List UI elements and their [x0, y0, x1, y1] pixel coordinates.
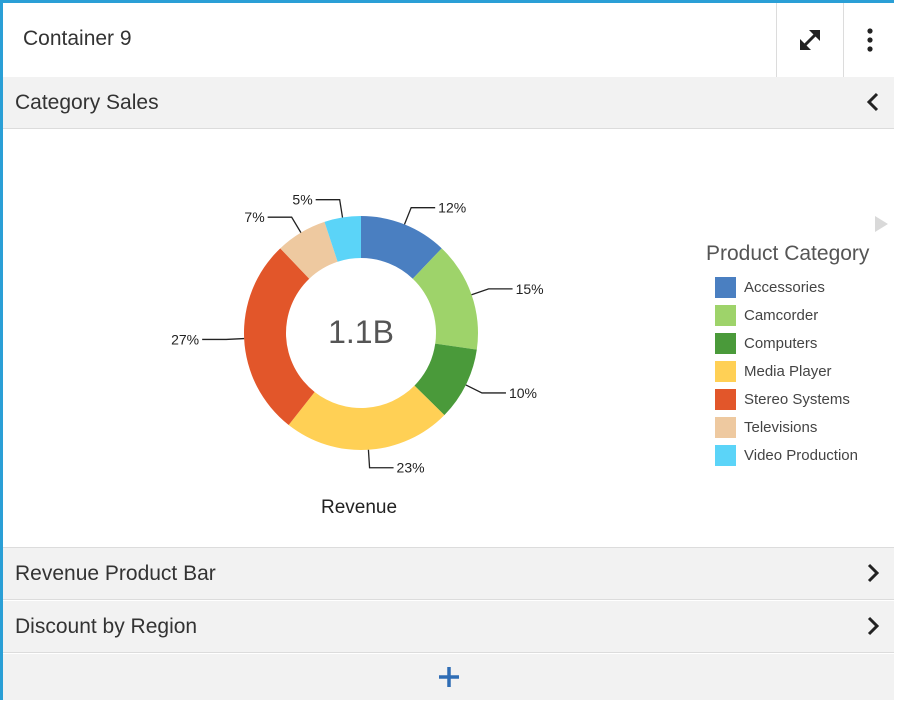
- legend-swatch: [715, 360, 736, 382]
- donut-slice-media-player[interactable]: [288, 385, 445, 450]
- legend-item[interactable]: Video Production: [715, 444, 858, 466]
- container-header: Container 9: [3, 3, 894, 78]
- legend-item[interactable]: Stereo Systems: [715, 388, 850, 410]
- slice-percent-label: 27%: [171, 331, 199, 347]
- section-discount-by-region[interactable]: Discount by Region: [3, 601, 894, 653]
- slice-percent-label: 7%: [244, 209, 264, 225]
- legend-swatch: [715, 444, 736, 466]
- legend-swatch: [715, 416, 736, 438]
- legend-item[interactable]: Televisions: [715, 416, 817, 438]
- legend-scroll-arrow-icon[interactable]: [875, 216, 888, 232]
- legend-title: Product Category: [706, 242, 870, 265]
- section-category-sales[interactable]: Category Sales: [3, 77, 894, 129]
- label-leader-line: [465, 384, 506, 394]
- add-section-bar[interactable]: [3, 654, 894, 700]
- label-leader-line: [367, 449, 394, 469]
- legend-swatch: [715, 388, 736, 410]
- section-label: Revenue Product Bar: [15, 562, 216, 585]
- section-revenue-product-bar[interactable]: Revenue Product Bar: [3, 548, 894, 600]
- chart-caption: Revenue: [321, 497, 397, 518]
- legend-label: Video Production: [744, 446, 858, 464]
- legend-swatch: [715, 276, 736, 298]
- legend-item[interactable]: Computers: [715, 332, 817, 354]
- slice-percent-label: 10%: [509, 385, 537, 401]
- legend-swatch: [715, 332, 736, 354]
- chevron-right-icon: [867, 616, 880, 636]
- label-leader-line: [267, 216, 302, 233]
- legend-item[interactable]: Accessories: [715, 276, 825, 298]
- legend-item[interactable]: Media Player: [715, 360, 832, 382]
- plus-icon[interactable]: [436, 664, 462, 690]
- slice-percent-label: 15%: [516, 281, 544, 297]
- legend-label: Stereo Systems: [744, 390, 850, 408]
- legend-label: Computers: [744, 334, 818, 352]
- slice-percent-label: 5%: [292, 192, 312, 208]
- vertical-dots-icon: [866, 28, 873, 52]
- legend-swatch: [715, 304, 736, 326]
- chevron-left-icon: [866, 92, 879, 112]
- slice-percent-label: 12%: [438, 200, 466, 216]
- expand-button[interactable]: [776, 3, 843, 77]
- label-leader-line: [471, 288, 513, 296]
- chart-area: 12% 15% 10% 23% 27% 7% 5% 1.1B Revenue Product…: [3, 130, 894, 548]
- legend-label: Camcorder: [744, 306, 819, 324]
- legend-label: Accessories: [744, 278, 825, 296]
- container-title: Container 9: [23, 27, 132, 50]
- section-label: Category Sales: [15, 91, 159, 114]
- legend-label: Televisions: [744, 418, 818, 436]
- label-leader-line: [202, 337, 245, 341]
- section-label: Discount by Region: [15, 615, 198, 638]
- label-leader-line: [403, 207, 436, 225]
- chevron-right-icon: [867, 563, 880, 583]
- more-options-button[interactable]: [843, 3, 895, 77]
- legend-item[interactable]: Camcorder: [715, 304, 818, 326]
- legend-label: Media Player: [744, 362, 832, 380]
- center-value: 1.1B: [328, 314, 394, 350]
- slice-percent-label: 23%: [397, 460, 425, 476]
- container-panel: Container 9 Category Sales 12% 15% 10% 23% 2…: [0, 0, 894, 700]
- donut-slice-stereo-systems[interactable]: [244, 248, 315, 425]
- expand-arrows-icon: [800, 30, 820, 50]
- label-leader-line: [315, 199, 344, 218]
